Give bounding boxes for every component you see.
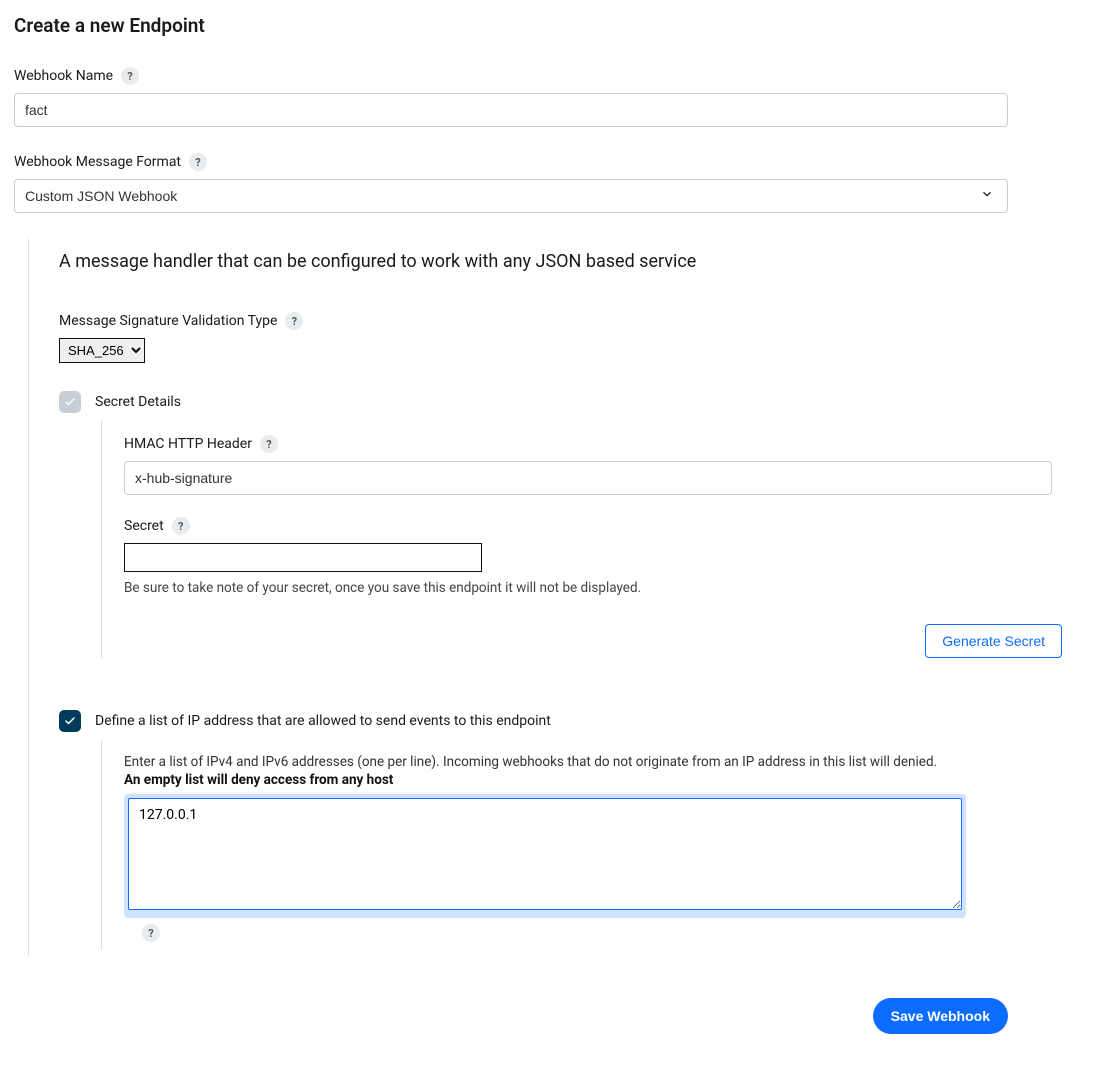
- hmac-header-input[interactable]: [124, 461, 1052, 495]
- hmac-header-group: HMAC HTTP Header ?: [124, 435, 1043, 495]
- signature-type-group: Message Signature Validation Type ? SHA_…: [59, 312, 1018, 363]
- secret-label: Secret: [124, 518, 164, 534]
- message-format-group: Webhook Message Format ? Custom JSON Web…: [14, 153, 1102, 213]
- help-icon[interactable]: ?: [285, 312, 303, 330]
- secret-details-section: HMAC HTTP Header ? Secret ? Be sure to t…: [101, 421, 1043, 658]
- webhook-name-group: Webhook Name ?: [14, 67, 1102, 127]
- webhook-name-label: Webhook Name: [14, 68, 113, 84]
- secret-details-label: Secret Details: [95, 394, 181, 410]
- message-format-label: Webhook Message Format: [14, 154, 181, 170]
- signature-type-label: Message Signature Validation Type: [59, 313, 277, 329]
- ip-allow-toggle-row: Define a list of IP address that are all…: [59, 710, 1018, 732]
- save-webhook-button[interactable]: Save Webhook: [873, 998, 1008, 1034]
- secret-details-toggle[interactable]: [59, 391, 81, 413]
- handler-description: A message handler that can be configured…: [59, 251, 1018, 272]
- ip-allow-description: Enter a list of IPv4 and IPv6 addresses …: [124, 754, 1018, 770]
- ip-allow-toggle[interactable]: [59, 710, 81, 732]
- ip-allow-label: Define a list of IP address that are all…: [95, 713, 551, 729]
- page-title: Create a new Endpoint: [14, 14, 1102, 37]
- ip-allow-section: Enter a list of IPv4 and IPv6 addresses …: [101, 740, 1018, 950]
- secret-group: Secret ? Be sure to take note of your se…: [124, 517, 1043, 596]
- save-row: Save Webhook: [14, 998, 1008, 1034]
- secret-input[interactable]: [124, 543, 482, 572]
- ip-allow-warning: An empty list will deny access from any …: [124, 772, 1018, 788]
- message-format-select[interactable]: Custom JSON Webhook: [14, 179, 1008, 213]
- generate-secret-button[interactable]: Generate Secret: [925, 624, 1062, 658]
- help-icon[interactable]: ?: [142, 924, 160, 942]
- help-icon[interactable]: ?: [189, 153, 207, 171]
- hmac-header-label: HMAC HTTP Header: [124, 436, 252, 452]
- secret-details-toggle-row: Secret Details: [59, 391, 1018, 413]
- help-icon[interactable]: ?: [172, 517, 190, 535]
- secret-hint: Be sure to take note of your secret, onc…: [124, 580, 1043, 596]
- signature-type-select[interactable]: SHA_256: [59, 338, 145, 363]
- handler-section: A message handler that can be configured…: [28, 239, 1018, 956]
- ip-allow-textarea[interactable]: 127.0.0.1: [128, 798, 962, 910]
- help-icon[interactable]: ?: [260, 435, 278, 453]
- webhook-name-input[interactable]: [14, 93, 1008, 127]
- help-icon[interactable]: ?: [121, 67, 139, 85]
